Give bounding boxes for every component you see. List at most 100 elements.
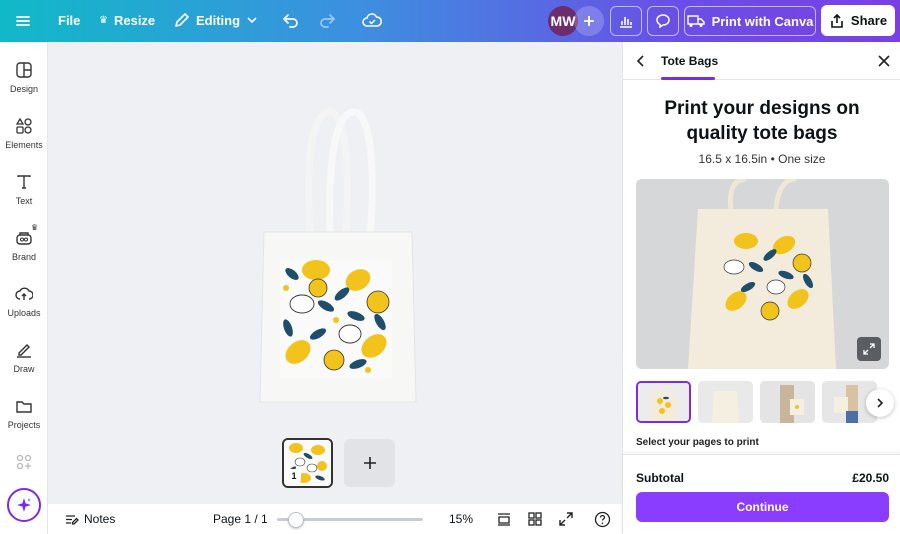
resize-label: Resize <box>113 13 156 28</box>
tab-underline <box>661 77 715 80</box>
truck-icon <box>686 15 705 27</box>
plus-icon <box>584 16 594 26</box>
zoom-level-button[interactable]: 15% <box>449 504 473 534</box>
preview-thumbnail[interactable] <box>698 381 753 423</box>
comment-icon <box>656 14 670 29</box>
share-icon <box>831 13 843 28</box>
cloud-upload-icon <box>15 287 33 300</box>
sidebar-item-label: Draw <box>13 364 35 374</box>
draw-icon <box>17 344 31 358</box>
crown-icon: ♛ <box>31 223 39 232</box>
panel-headline: Print your designs on quality tote bags <box>664 98 860 144</box>
sidebar-item-projects[interactable]: Projects <box>0 397 48 430</box>
left-sidebar: Design Elements Text Brand ♛ Uploads Dra… <box>0 42 48 534</box>
chevron-down-icon <box>247 17 257 24</box>
file-menu[interactable]: File <box>58 13 80 28</box>
notes-button[interactable]: Notes <box>64 504 115 534</box>
help-button[interactable] <box>594 504 611 534</box>
continue-button[interactable]: Continue <box>636 492 889 522</box>
bottom-bar: Notes Page 1 / 1 15% <box>48 504 622 534</box>
design-icon <box>16 62 32 78</box>
tote-plain-thumbnail <box>698 381 753 423</box>
preview-thumbnails <box>636 381 889 423</box>
grid-view-button[interactable] <box>527 504 543 534</box>
page-number-badge: 1 <box>287 469 301 483</box>
continue-label: Continue <box>736 500 789 514</box>
sidebar-item-label: Projects <box>7 420 41 430</box>
fullscreen-icon <box>559 512 573 526</box>
plus-icon <box>363 457 376 469</box>
file-label: File <box>58 13 81 28</box>
print-label: Print with Canva <box>711 13 814 29</box>
design-canvas[interactable]: 1 <box>48 42 622 492</box>
cloud-check-icon <box>362 13 382 27</box>
sidebar-item-label: Text <box>15 196 33 206</box>
preview-thumbnail[interactable] <box>636 381 691 423</box>
page-indicator-label: Page 1 / 1 <box>213 512 268 526</box>
cloud-sync-button[interactable] <box>362 11 382 29</box>
sparkle-icon <box>17 498 31 512</box>
sidebar-item-design[interactable]: Design <box>0 61 48 94</box>
add-page-button[interactable] <box>344 439 395 487</box>
preview-thumbnail[interactable] <box>760 381 815 423</box>
elements-icon <box>15 117 32 134</box>
sidebar-item-draw[interactable]: Draw <box>0 341 48 374</box>
undo-icon <box>282 14 298 28</box>
back-chevron-icon[interactable] <box>635 55 647 67</box>
product-preview-image[interactable] <box>636 179 889 369</box>
undo-button[interactable] <box>282 11 300 29</box>
close-icon[interactable] <box>878 55 890 67</box>
tab-tote-bags[interactable]: Tote Bags <box>661 54 718 68</box>
print-with-canva-button[interactable]: Print with Canva <box>684 6 816 36</box>
magic-assistant-button[interactable] <box>7 488 41 522</box>
text-icon <box>17 175 31 189</box>
editing-mode-button[interactable]: Editing <box>174 12 258 28</box>
notes-label: Notes <box>84 512 116 526</box>
tote-mockup-image <box>636 179 889 369</box>
pencil-icon <box>175 13 189 27</box>
subtotal-section: Subtotal £20.50 Continue <box>623 454 900 534</box>
subtotal-price: £20.50 <box>852 471 889 485</box>
lemon-pattern <box>280 260 392 378</box>
next-thumbnails-button[interactable] <box>866 389 894 417</box>
sidebar-item-elements[interactable]: Elements <box>0 117 48 150</box>
avatar-initials: MW <box>550 13 576 29</box>
sidebar-item-apps[interactable] <box>0 453 48 471</box>
redo-button[interactable] <box>318 11 336 29</box>
sidebar-item-label: Design <box>9 84 38 94</box>
editing-label: Editing <box>196 12 241 28</box>
sidebar-item-text[interactable]: Text <box>0 173 48 206</box>
share-button[interactable]: Share <box>821 5 895 36</box>
chevron-right-icon <box>877 398 884 408</box>
page-indicator[interactable]: Page 1 / 1 <box>213 504 268 534</box>
menu-icon[interactable] <box>14 12 32 30</box>
resize-button[interactable]: ♛ Resize <box>99 13 155 28</box>
sidebar-item-label: Elements <box>5 140 43 150</box>
invite-button[interactable] <box>574 6 604 36</box>
sidebar-item-label: Uploads <box>7 308 41 318</box>
insights-button[interactable] <box>610 6 642 36</box>
zoom-slider-knob[interactable] <box>288 512 304 528</box>
crown-icon: ♛ <box>99 15 108 26</box>
sidebar-item-label: Brand <box>11 252 37 262</box>
redo-icon <box>320 14 336 28</box>
pages-view-icon <box>498 513 510 526</box>
pages-view-button[interactable] <box>496 504 512 534</box>
subtotal-label: Subtotal <box>636 471 684 485</box>
zoom-label: 15% <box>449 512 474 526</box>
sidebar-item-brand[interactable]: Brand ♛ <box>0 223 48 262</box>
tote-front-thumbnail <box>638 383 689 421</box>
tote-model-thumbnail <box>760 381 815 423</box>
tote-bag-design[interactable] <box>258 108 418 404</box>
panel-header: Tote Bags <box>623 42 900 80</box>
fullscreen-button[interactable] <box>558 504 574 534</box>
comment-button[interactable] <box>647 6 679 36</box>
apps-icon <box>16 454 32 470</box>
expand-icon <box>863 343 875 355</box>
select-pages-label: Select your pages to print <box>636 437 759 448</box>
print-panel: Tote Bags Print your designs on quality … <box>622 42 900 534</box>
page-thumbnail[interactable]: 1 <box>282 438 333 488</box>
expand-preview-button[interactable] <box>857 337 881 361</box>
folder-icon <box>16 401 32 413</box>
sidebar-item-uploads[interactable]: Uploads <box>0 285 48 318</box>
